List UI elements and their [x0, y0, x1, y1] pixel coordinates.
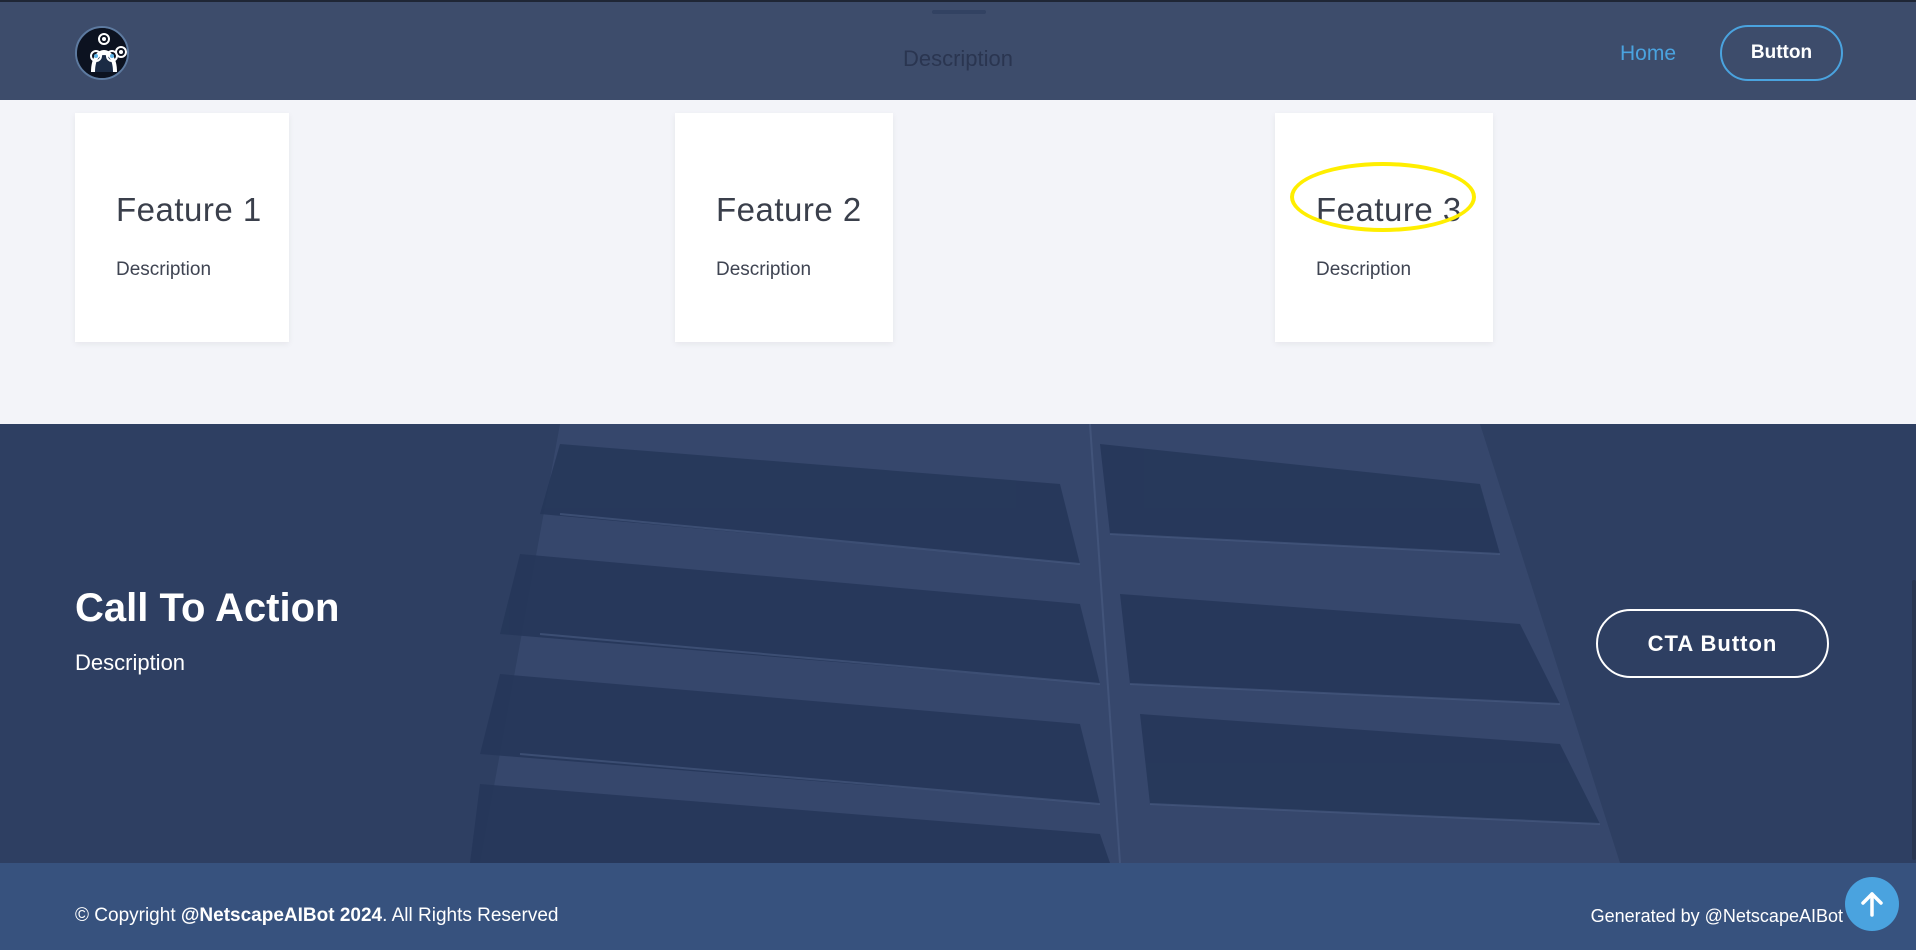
features-section: Feature 1 Description Feature 2 Descript…: [0, 100, 1916, 424]
site-header: Description Home Button: [0, 0, 1916, 100]
nav-home-link[interactable]: Home: [1620, 42, 1676, 66]
generated-by-text: Generated by @NetscapeAIBot: [1590, 906, 1843, 926]
header-button[interactable]: Button: [1720, 25, 1843, 81]
arrow-up-icon: [1861, 892, 1883, 917]
copyright-suffix: . All Rights Reserved: [382, 905, 559, 926]
cta-title: Call To Action: [75, 586, 340, 630]
cta-button[interactable]: CTA Button: [1596, 609, 1829, 678]
feature-card-1: Feature 1 Description: [75, 113, 289, 342]
feature-card-3: Feature 3 Description: [1275, 113, 1493, 342]
feature-description: Description: [1316, 259, 1412, 280]
cta-description: Description: [75, 650, 186, 675]
feature-title: Feature 3: [1316, 191, 1462, 228]
feature-description: Description: [716, 259, 812, 280]
copyright-prefix: © Copyright: [75, 905, 181, 926]
feature-description: Description: [116, 259, 212, 280]
site-footer: © Copyright @NetscapeAIBot 2024. All Rig…: [0, 863, 1916, 950]
page-scrollbar[interactable]: [1912, 580, 1916, 860]
scroll-hint: [932, 10, 986, 14]
feature-title: Feature 2: [716, 191, 862, 228]
cta-section: Call To Action Description CTA Button: [0, 424, 1916, 863]
scroll-to-top-button[interactable]: [1845, 877, 1899, 931]
copyright-text: © Copyright @NetscapeAIBot 2024. All Rig…: [75, 905, 558, 927]
copyright-brand: @NetscapeAIBot 2024: [180, 905, 383, 926]
page: Description Home Button Feature 1 Descri…: [0, 0, 1916, 950]
feature-title: Feature 1: [116, 191, 262, 228]
feature-card-2: Feature 2 Description: [675, 113, 893, 342]
